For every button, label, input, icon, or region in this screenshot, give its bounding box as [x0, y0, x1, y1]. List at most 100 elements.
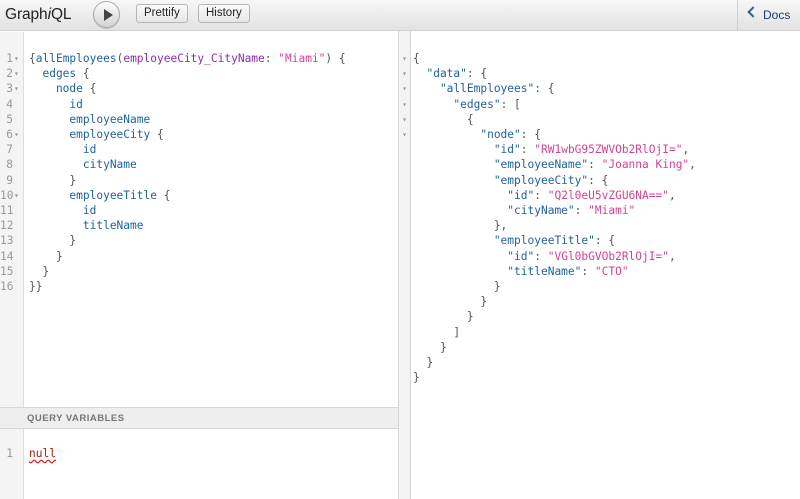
query-token: }}: [29, 280, 43, 293]
result-viewer: { "data": { "allEmployees": { "edges": […: [411, 31, 800, 499]
fold-arrow-icon[interactable]: ▾: [14, 81, 22, 96]
toolbar: GraphiQL Prettify History: [0, 0, 737, 31]
result-line: ]: [413, 325, 460, 340]
history-button[interactable]: History: [198, 4, 250, 23]
query-token: ) {: [325, 52, 346, 65]
query-token: employeeCity_CityName: [123, 52, 265, 65]
result-token: "data": [413, 67, 467, 81]
result-token: :: [534, 188, 548, 202]
fold-arrow-icon[interactable]: ▾: [400, 81, 409, 96]
query-line: cityName: [29, 157, 137, 172]
execute-query-button[interactable]: [93, 1, 120, 28]
result-token: : {: [588, 173, 609, 187]
result-line: },: [413, 218, 507, 233]
prettify-button[interactable]: Prettify: [136, 4, 188, 23]
result-token: :: [520, 143, 535, 157]
result-token: ]: [413, 325, 461, 339]
result-token: : {: [594, 234, 616, 248]
query-line: titleName: [29, 218, 144, 233]
fold-arrow-icon[interactable]: ▾: [400, 112, 409, 127]
result-line: }: [413, 370, 420, 385]
result-token: }: [413, 280, 501, 293]
query-line: id: [29, 97, 82, 112]
result-token: }: [413, 340, 447, 354]
fold-arrow-icon[interactable]: ▾: [400, 127, 409, 142]
result-token: "Q2l0eU5vZGU6NA==": [547, 188, 669, 202]
fold-arrow-icon[interactable]: ▾: [14, 188, 22, 203]
result-token: : {: [534, 82, 555, 96]
query-line-number: 8: [6, 158, 13, 172]
query-line-number: 12: [0, 219, 14, 233]
query-token: }: [29, 234, 77, 248]
result-line: "id": "VGl0bGVOb2RlOjI=",: [413, 249, 676, 264]
result-token: "id": [413, 188, 535, 202]
query-editor[interactable]: {allEmployees(employeeCity_CityName: "Mi…: [0, 32, 398, 407]
result-line: {: [413, 51, 420, 66]
result-line: "titleName": "CTO": [413, 264, 629, 279]
result-token: "CTO": [594, 264, 629, 278]
result-token: },: [413, 219, 508, 233]
query-line: id: [29, 142, 96, 157]
variables-line-number: 1: [6, 447, 13, 460]
docs-explorer-toggle[interactable]: Docs: [737, 0, 800, 31]
result-token: "edges": [413, 97, 501, 111]
query-variables-title: QUERY VARIABLES: [27, 413, 125, 424]
query-line-number: 9: [6, 173, 13, 187]
result-line: }: [413, 340, 447, 355]
query-token: :: [264, 52, 279, 65]
variables-editor[interactable]: null: [29, 446, 56, 461]
result-line: "edges": [: [413, 97, 520, 112]
result-token: "Joanna King": [601, 158, 690, 172]
query-line: employeeTitle {: [29, 188, 170, 203]
result-line: "allEmployees": {: [413, 81, 555, 96]
query-token: employeeName: [29, 112, 151, 126]
fold-arrow-icon[interactable]: ▾: [400, 66, 409, 81]
query-line-number: 10: [0, 188, 14, 202]
fold-arrow-icon[interactable]: ▾: [400, 97, 409, 112]
fold-arrow-icon[interactable]: ▾: [14, 66, 22, 81]
result-token: :: [574, 204, 589, 217]
query-variables-header[interactable]: QUERY VARIABLES: [0, 407, 398, 429]
query-line: }}: [29, 279, 42, 294]
query-line-number: 15: [0, 264, 14, 278]
fold-arrow-icon[interactable]: ▾: [400, 51, 409, 66]
fold-arrow-icon[interactable]: ▾: [14, 127, 22, 142]
result-token: :: [588, 158, 602, 172]
result-token: ,: [668, 188, 676, 202]
query-token: {: [89, 82, 97, 96]
query-token: "Miami": [278, 52, 326, 65]
result-token: "employeeCity": [413, 173, 589, 187]
result-token: "node": [413, 128, 521, 141]
result-token: ,: [668, 249, 676, 263]
query-line-number: 7: [6, 143, 13, 157]
query-line-number: 14: [0, 249, 14, 263]
result-token: "VGl0bGVOb2RlOjI=": [547, 249, 669, 263]
result-token: }: [413, 356, 434, 369]
result-line: "data": {: [413, 66, 487, 81]
query-token: id: [29, 143, 97, 157]
query-token: }: [29, 249, 63, 263]
result-line: }: [413, 355, 433, 370]
query-line-number: 11: [0, 204, 14, 217]
query-token: {: [82, 67, 90, 81]
query-token: node: [29, 82, 90, 96]
result-token: {: [413, 112, 474, 126]
result-token: }: [413, 310, 474, 324]
result-line: }: [413, 309, 474, 324]
query-line: id: [29, 203, 96, 218]
result-token: "employeeName": [413, 158, 589, 172]
result-token: "RW1wbG95ZWVOb2RlOjI=": [534, 143, 683, 157]
result-line: {: [413, 112, 474, 127]
query-line: employeeName: [29, 112, 150, 127]
result-line: }: [413, 279, 501, 294]
query-token: employeeTitle: [29, 188, 164, 202]
result-line: "employeeTitle": {: [413, 233, 615, 248]
fold-arrow-icon[interactable]: ▾: [14, 51, 22, 66]
query-line-number: 13: [0, 234, 14, 248]
query-token: }: [29, 264, 50, 278]
variables-value: null: [29, 447, 56, 460]
query-token: {: [29, 52, 36, 65]
query-token: cityName: [29, 158, 137, 172]
result-line: "id": "RW1wbG95ZWVOb2RlOjI=",: [413, 142, 689, 157]
query-token: titleName: [29, 219, 144, 233]
